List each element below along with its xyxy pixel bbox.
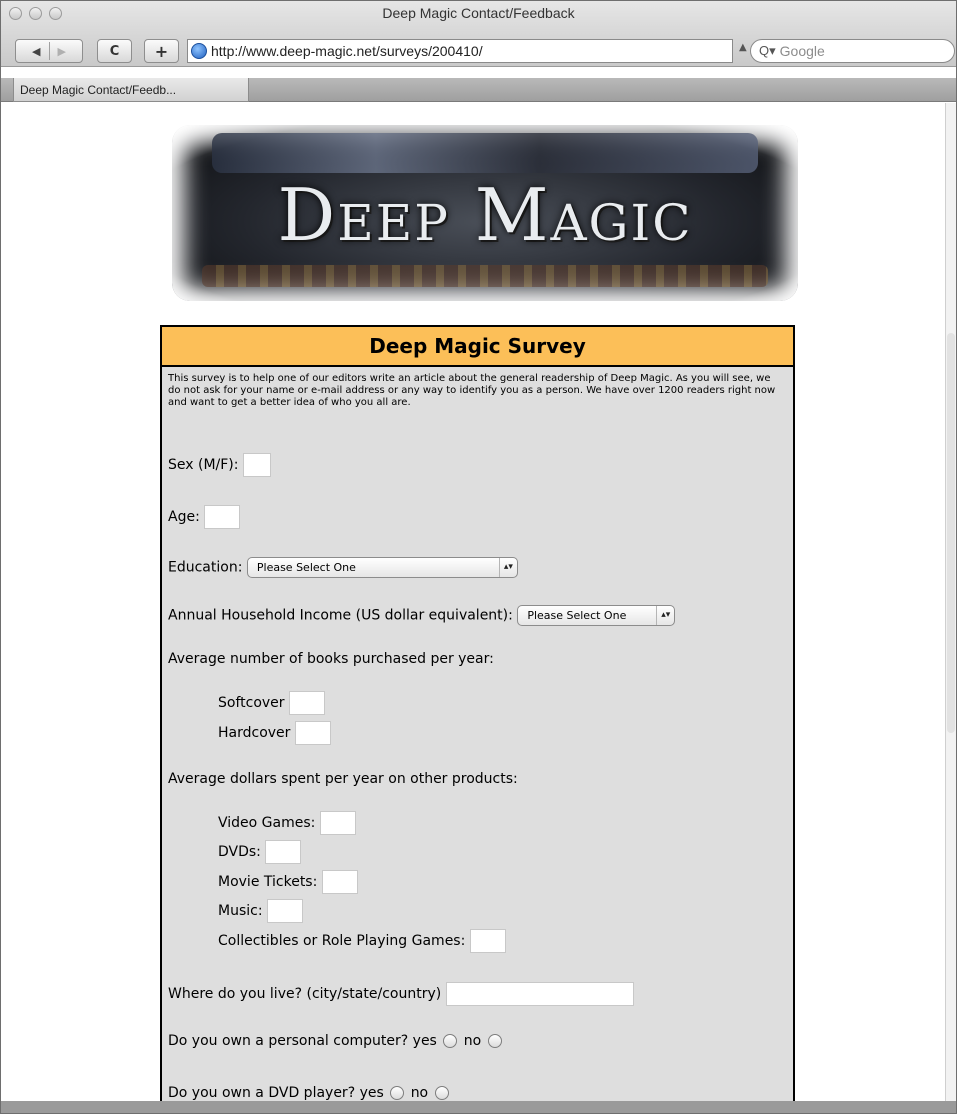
address-bar[interactable]: http://www.deep-magic.net/surveys/200410…: [187, 39, 733, 63]
page-viewport: Deep Magic Deep Magic Survey This survey…: [12, 103, 949, 1103]
movie-tickets-input[interactable]: [321, 870, 358, 894]
computer-label: Do you own a personal computer?: [168, 1033, 409, 1049]
tab-bar: Deep Magic Contact/Feedb...: [1, 78, 956, 102]
computer-question: Do you own a personal computer? yes no: [168, 1033, 504, 1049]
survey-heading: Deep Magic Survey: [162, 327, 793, 367]
income-label: Annual Household Income (US dollar equiv…: [168, 607, 513, 624]
location-label: Where do you live? (city/state/country): [168, 986, 442, 1002]
url-dropdown-icon[interactable]: ▲: [739, 42, 747, 53]
plus-icon: +: [154, 41, 169, 61]
search-icon: Q▾: [759, 43, 776, 58]
movie-tickets-label: Movie Tickets:: [218, 874, 318, 890]
education-question: Education: Please Select One ▴▾: [168, 557, 518, 578]
globe-icon: [191, 43, 207, 59]
video-games-label: Video Games:: [218, 815, 316, 831]
dvd-yes-label: yes: [359, 1085, 384, 1101]
age-label: Age:: [168, 509, 200, 525]
survey-form: Deep Magic Survey This survey is to help…: [160, 325, 795, 1103]
music-input[interactable]: [267, 899, 304, 923]
video-games-row: Video Games:: [218, 811, 356, 835]
back-forward-buttons: ◀ ▶: [15, 39, 83, 63]
age-question: Age:: [168, 505, 241, 529]
address-text: http://www.deep-magic.net/surveys/200410…: [211, 43, 483, 59]
scrollbar-thumb[interactable]: [947, 333, 955, 733]
dvd-yes-radio[interactable]: [390, 1086, 405, 1100]
computer-no-radio[interactable]: [487, 1034, 502, 1048]
computer-no-label: no: [463, 1033, 482, 1049]
reload-button[interactable]: C: [97, 39, 132, 63]
browser-window: Deep Magic Contact/Feedback ◀ ▶ C + http…: [0, 0, 957, 1114]
back-arrow-icon[interactable]: ◀: [32, 45, 40, 58]
dollars-question: Average dollars spent per year on other …: [168, 771, 518, 787]
collectibles-label: Collectibles or Role Playing Games:: [218, 933, 466, 949]
dvd-player-label: Do you own a DVD player?: [168, 1085, 356, 1101]
music-row: Music:: [218, 899, 304, 923]
vertical-scrollbar[interactable]: [945, 103, 956, 1103]
sex-label: Sex (M/F):: [168, 457, 239, 473]
window-title: Deep Magic Contact/Feedback: [382, 5, 575, 21]
income-select-value: Please Select One: [527, 609, 627, 622]
video-games-input[interactable]: [319, 811, 356, 835]
collectibles-row: Collectibles or Role Playing Games:: [218, 929, 506, 953]
location-input[interactable]: [445, 982, 634, 1006]
computer-yes-radio[interactable]: [443, 1034, 458, 1048]
select-arrows-icon: ▴▾: [498, 558, 513, 577]
title-bar: Deep Magic Contact/Feedback ◀ ▶ C + http…: [1, 1, 956, 67]
age-input[interactable]: [204, 505, 241, 529]
music-label: Music:: [218, 903, 263, 919]
dvds-row: DVDs:: [218, 840, 302, 864]
income-select[interactable]: Please Select One ▴▾: [517, 605, 676, 626]
deep-magic-logo-banner: Deep Magic: [172, 125, 798, 301]
computer-yes-label: yes: [412, 1033, 437, 1049]
search-field[interactable]: Q▾ Google: [750, 39, 955, 63]
logo-text: Deep Magic: [277, 173, 693, 257]
hardcover-label: Hardcover: [218, 725, 291, 741]
window-bottom-bar: [1, 1101, 956, 1113]
sex-question: Sex (M/F):: [168, 453, 271, 477]
tab-deep-magic[interactable]: Deep Magic Contact/Feedb...: [13, 78, 249, 102]
add-bookmark-button[interactable]: +: [144, 39, 179, 63]
dvds-input[interactable]: [265, 840, 302, 864]
education-select[interactable]: Please Select One ▴▾: [246, 557, 518, 578]
dvds-label: DVDs:: [218, 844, 261, 860]
hardcover-row: Hardcover: [218, 721, 331, 745]
dvd-player-question: Do you own a DVD player? yes no: [168, 1085, 451, 1101]
forward-arrow-icon[interactable]: ▶: [58, 45, 66, 58]
softcover-input[interactable]: [289, 691, 325, 715]
hardcover-input[interactable]: [294, 721, 331, 745]
location-question: Where do you live? (city/state/country): [168, 982, 634, 1006]
movie-tickets-row: Movie Tickets:: [218, 870, 358, 894]
income-question: Annual Household Income (US dollar equiv…: [168, 605, 676, 626]
education-label: Education:: [168, 559, 243, 576]
survey-intro: This survey is to help one of our editor…: [168, 373, 776, 408]
select-arrows-icon: ▴▾: [656, 606, 670, 625]
dvd-no-radio[interactable]: [434, 1086, 449, 1100]
search-placeholder: Google: [779, 43, 825, 59]
books-question: Average number of books purchased per ye…: [168, 651, 494, 667]
sex-input[interactable]: [242, 453, 271, 477]
softcover-row: Softcover: [218, 691, 325, 715]
dvd-no-label: no: [410, 1085, 429, 1101]
education-select-value: Please Select One: [256, 561, 356, 574]
reload-icon: C: [109, 43, 120, 59]
softcover-label: Softcover: [218, 695, 285, 711]
collectibles-input[interactable]: [469, 929, 506, 953]
